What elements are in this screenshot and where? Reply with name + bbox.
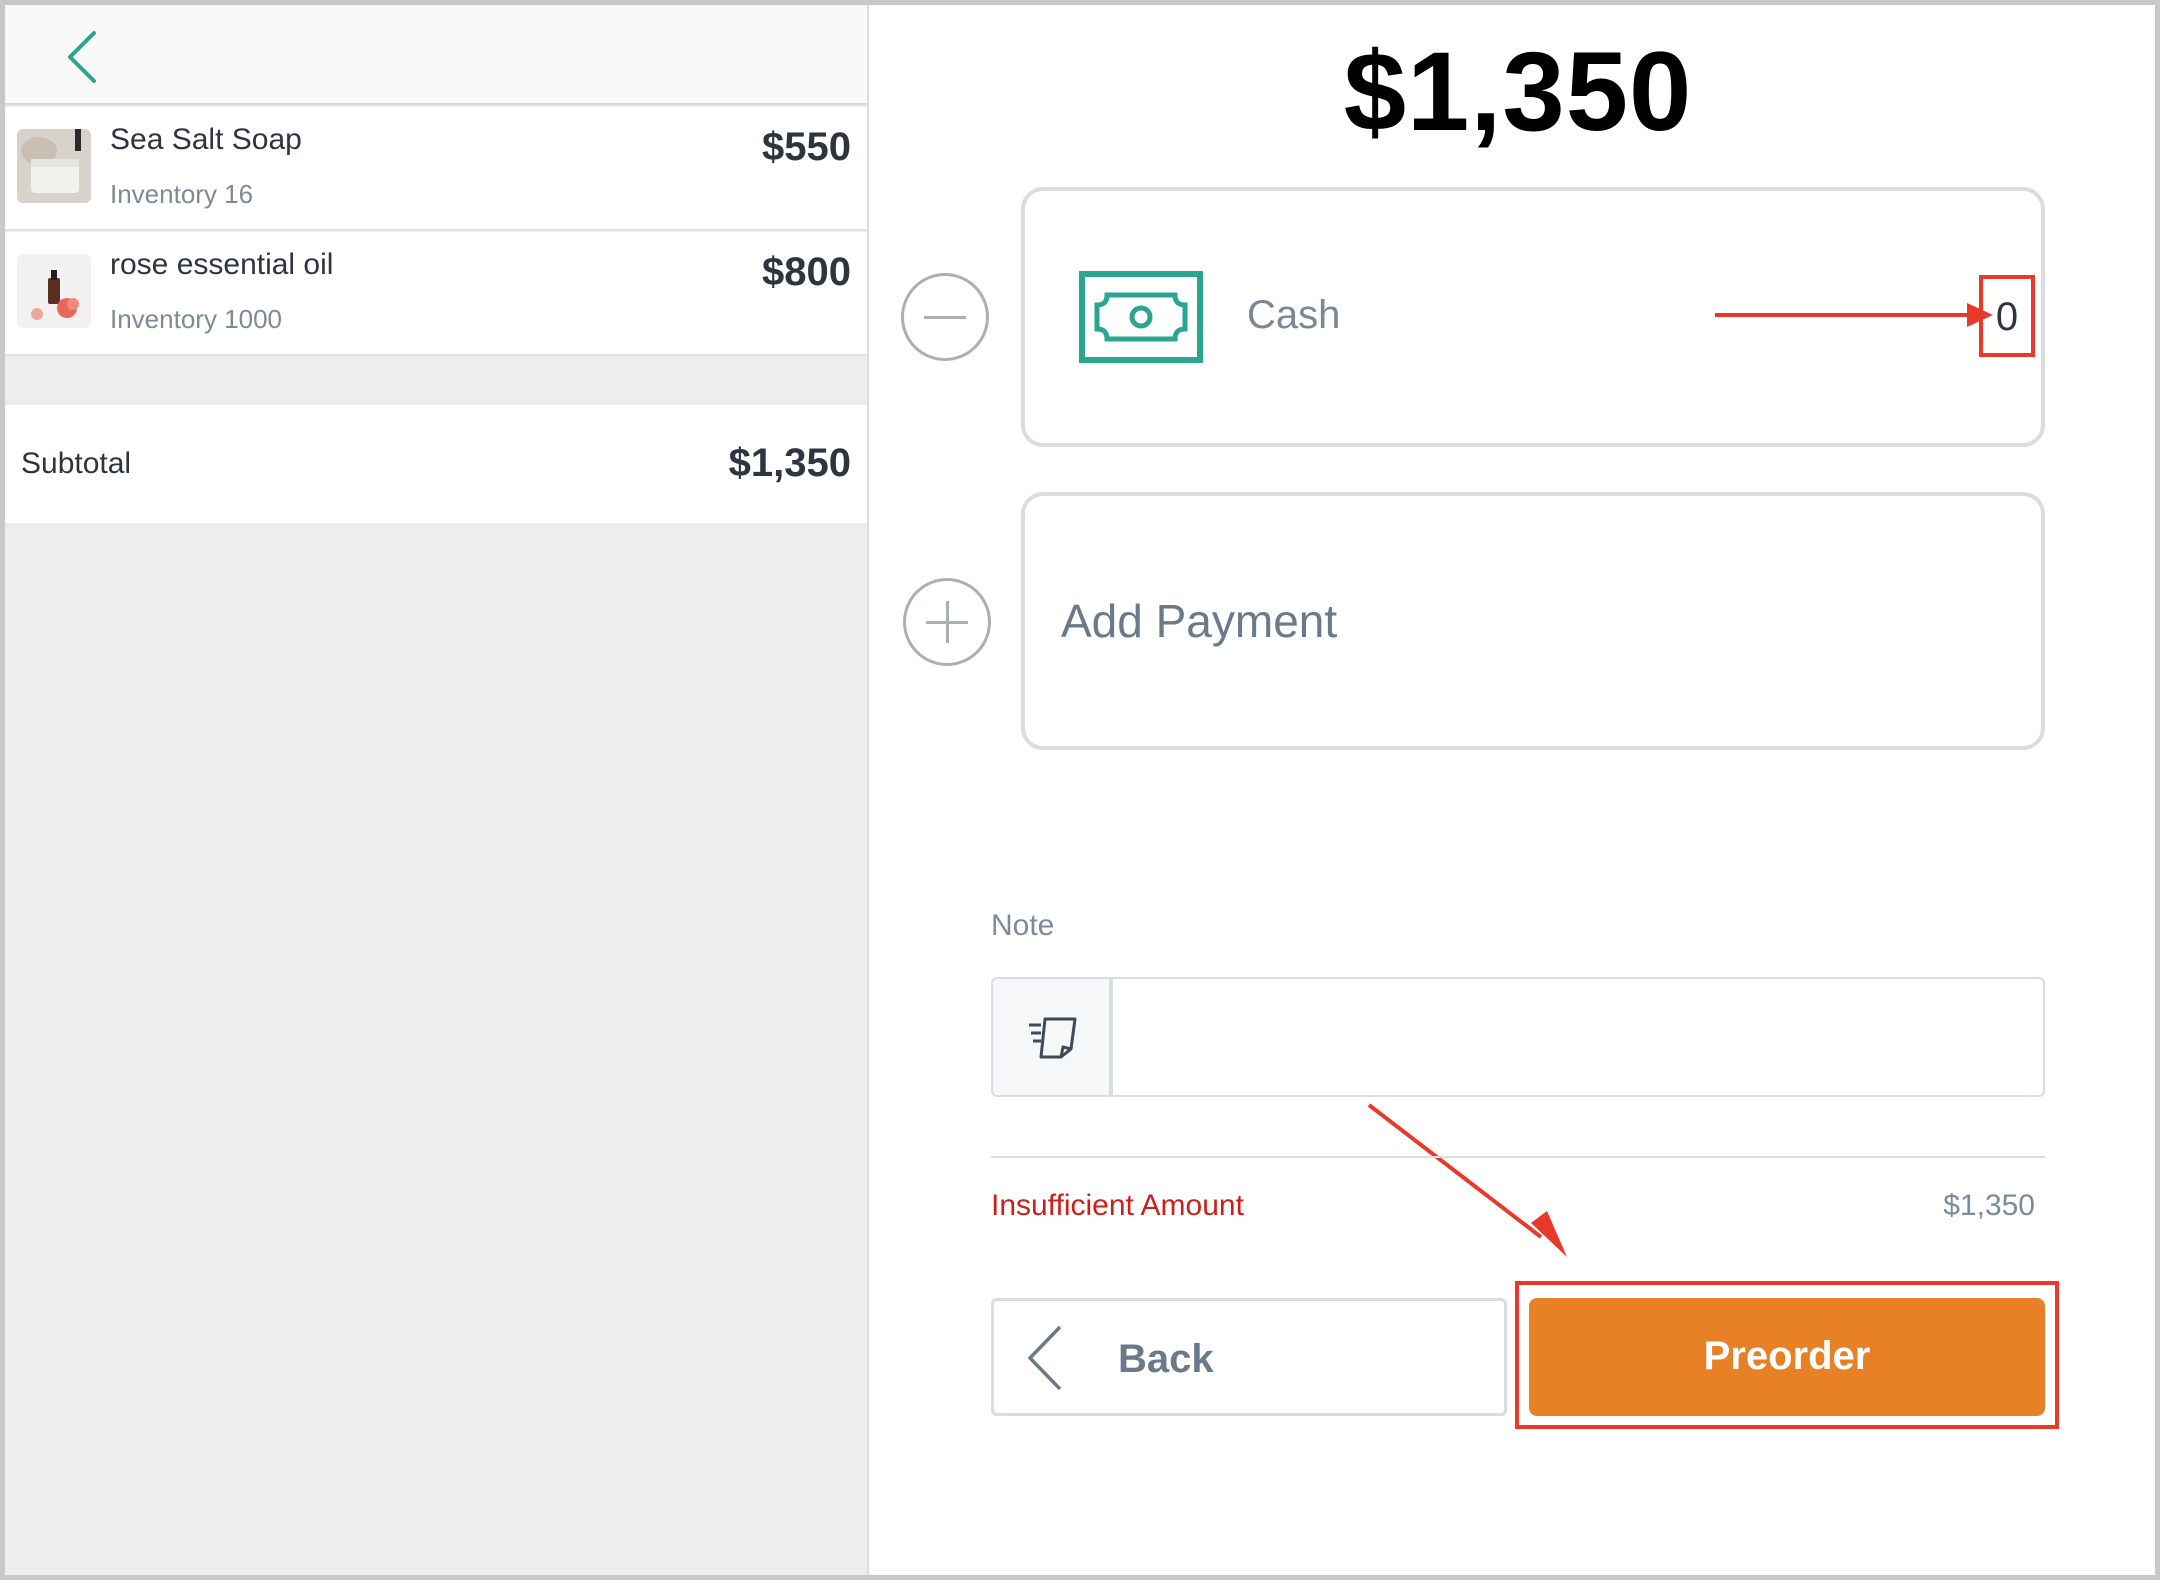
note-icon-box bbox=[991, 977, 1111, 1097]
preorder-button[interactable]: Preorder bbox=[1529, 1298, 2045, 1416]
payment-amount: 0 bbox=[1995, 295, 2019, 339]
payment-method-label: Cash bbox=[1247, 293, 1341, 337]
remove-payment-button[interactable] bbox=[901, 273, 989, 361]
item-price: $550 bbox=[762, 125, 851, 169]
subtotal-row: Subtotal $1,350 bbox=[5, 405, 867, 523]
note-label: Note bbox=[991, 909, 1055, 942]
back-button-label: Back bbox=[1118, 1337, 1214, 1381]
payment-card-cash[interactable]: Cash 0 bbox=[1021, 187, 2045, 447]
divider bbox=[991, 1156, 2045, 1158]
cart-panel: Sea Salt Soap Inventory 16 $550 rose ess… bbox=[5, 5, 869, 1575]
cart-item[interactable]: rose essential oil Inventory 1000 $800 bbox=[5, 232, 867, 356]
cart-header bbox=[5, 5, 867, 105]
status-amount: $1,350 bbox=[1943, 1189, 2035, 1222]
soap-thumbnail bbox=[17, 129, 91, 203]
status-label: Insufficient Amount bbox=[991, 1189, 1244, 1222]
item-inventory: Inventory 16 bbox=[110, 179, 254, 209]
order-total: $1,350 bbox=[1343, 29, 1693, 154]
payment-amount-field[interactable]: 0 bbox=[1979, 275, 2035, 357]
item-price: $800 bbox=[762, 250, 851, 294]
item-inventory: Inventory 1000 bbox=[110, 304, 283, 334]
subtotal-value: $1,350 bbox=[728, 441, 851, 485]
chevron-left-icon bbox=[1028, 1325, 1062, 1391]
cart-item[interactable]: Sea Salt Soap Inventory 16 $550 bbox=[5, 107, 867, 231]
app-window: Sea Salt Soap Inventory 16 $550 rose ess… bbox=[0, 0, 2160, 1580]
annotation-arrow-icon bbox=[1367, 1103, 1567, 1257]
item-name: Sea Salt Soap bbox=[110, 123, 302, 156]
add-payment-button[interactable] bbox=[903, 578, 991, 666]
subtotal-label: Subtotal bbox=[21, 447, 132, 480]
back-button[interactable]: Back bbox=[991, 1298, 1507, 1416]
minus-icon bbox=[924, 316, 966, 319]
add-payment-label: Add Payment bbox=[1061, 595, 1338, 647]
note-input[interactable] bbox=[1111, 977, 2045, 1097]
annotation-arrow-icon bbox=[1715, 303, 1993, 327]
add-payment-card[interactable]: Add Payment bbox=[1021, 492, 2045, 750]
back-chevron-icon[interactable] bbox=[60, 27, 108, 87]
essential-oil-thumbnail bbox=[17, 254, 91, 328]
cash-icon bbox=[1079, 271, 1203, 363]
item-name: rose essential oil bbox=[110, 248, 334, 281]
preorder-button-label: Preorder bbox=[1703, 1334, 1871, 1378]
note-icon bbox=[1029, 1017, 1077, 1059]
